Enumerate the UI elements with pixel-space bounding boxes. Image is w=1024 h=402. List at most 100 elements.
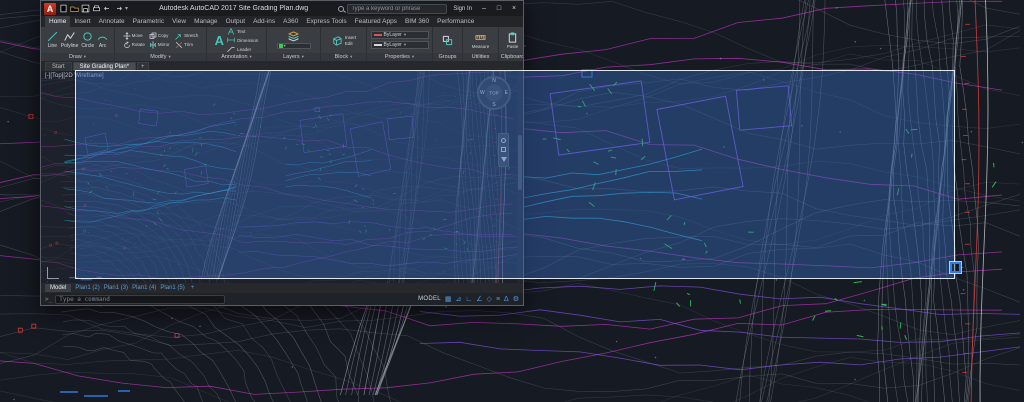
tab-featured-apps[interactable]: Featured Apps (351, 16, 401, 27)
search-input[interactable] (347, 4, 447, 14)
maximize-button[interactable]: □ (493, 3, 505, 15)
layout-tab-plan1-4[interactable]: Plan1 (4) (132, 285, 156, 291)
redo-icon[interactable] (114, 4, 123, 13)
rotate-icon (123, 41, 131, 49)
paste-tool[interactable]: Paste (507, 44, 519, 49)
tab-parametric[interactable]: Parametric (129, 16, 168, 27)
chevron-down-icon: ▾ (250, 54, 252, 60)
minimize-button[interactable]: – (478, 3, 490, 15)
tab-output[interactable]: Output (222, 16, 250, 27)
paste-icon[interactable] (507, 32, 518, 43)
chevron-down-icon: ▾ (404, 32, 406, 38)
layer-properties-icon[interactable] (288, 31, 299, 42)
trim-icon (175, 41, 183, 49)
qat-dropdown-icon[interactable]: ▾ (125, 5, 128, 12)
search-icon (338, 6, 344, 12)
layout-tab-plan1-5[interactable]: Plan1 (5) (160, 285, 184, 291)
edit-block-tool[interactable]: Edit (345, 41, 356, 46)
grid-icon[interactable]: ▦ (445, 296, 452, 303)
osnap-icon[interactable]: ◇ (487, 296, 492, 303)
panel-footer-properties[interactable]: Properties▾ (367, 53, 432, 61)
trim-tool[interactable]: Trim (175, 41, 198, 49)
ortho-icon[interactable]: ∟ (465, 296, 472, 303)
tab-manage[interactable]: Manage (190, 16, 222, 27)
plot-icon[interactable] (92, 4, 101, 13)
measure-icon[interactable] (475, 32, 486, 43)
sign-in-button[interactable]: Sign In (453, 6, 472, 12)
tab-insert[interactable]: Insert (70, 16, 94, 27)
command-input[interactable] (55, 295, 225, 304)
snap-icon[interactable]: ⊿ (456, 296, 462, 303)
layout-tab-model[interactable]: Model (45, 284, 71, 292)
panel-footer-utilities[interactable]: Utilities (463, 53, 498, 61)
tab-bim360[interactable]: BIM 360 (401, 16, 433, 27)
panel-footer-layers[interactable]: Layers▾ (267, 53, 320, 61)
polar-tracking-icon[interactable]: ∠ (476, 296, 482, 303)
add-layout-button[interactable]: + (189, 285, 197, 291)
circle-tool[interactable]: Circle (81, 31, 94, 49)
layout-tab-plan1-2[interactable]: Plan1 (2) (75, 285, 99, 291)
tab-express-tools[interactable]: Express Tools (302, 16, 350, 27)
rotate-tool[interactable]: Rotate (123, 41, 146, 49)
layout-tab-plan1-3[interactable]: Plan1 (3) (104, 285, 128, 291)
panel-footer-draw[interactable]: Draw▾ (41, 53, 114, 61)
layer-dropdown[interactable]: ▾ (277, 43, 311, 49)
panel-footer-modify[interactable]: Modify▾ (115, 53, 206, 61)
stretch-tool[interactable]: Stretch (175, 32, 198, 40)
arc-tool[interactable]: Arc (97, 31, 108, 49)
model-space-button[interactable]: MODEL (418, 296, 441, 302)
layer-color-chip (279, 44, 283, 48)
window-title: Autodesk AutoCAD 2017 Site Grading Plan.… (131, 5, 336, 12)
command-prompt-icon: >_ (45, 296, 52, 303)
dimension-tool[interactable]: Dimension (227, 36, 258, 44)
linetype-dropdown[interactable]: ByLayer ▾ (371, 41, 429, 49)
autocad-app-icon[interactable]: A (44, 3, 56, 15)
tab-annotate[interactable]: Annotate (95, 16, 129, 27)
workspace-gear-icon[interactable]: ⚙ (513, 296, 519, 303)
panel-footer-annotation[interactable]: Annotation▾ (207, 53, 266, 61)
file-tab-start[interactable]: Start (45, 62, 72, 71)
line-tool[interactable]: Line (47, 31, 58, 49)
move-tool[interactable]: Move (123, 32, 146, 40)
pickbox-cursor[interactable] (950, 262, 961, 273)
leader-tool[interactable]: Leader (227, 45, 258, 53)
mirror-tool[interactable]: Mirror (149, 41, 172, 49)
undo-icon[interactable] (103, 4, 112, 13)
close-button[interactable]: × (508, 3, 520, 15)
panel-footer-groups[interactable]: Groups (433, 53, 462, 61)
tab-a360[interactable]: A360 (279, 16, 302, 27)
save-icon[interactable] (81, 4, 90, 13)
titlebar[interactable]: A ▾ Autodesk AutoCAD 2017 Site Grading P… (41, 1, 523, 16)
polyline-tool[interactable]: Polyline (61, 31, 79, 49)
command-line[interactable]: >_ (45, 295, 225, 304)
tab-view[interactable]: View (168, 16, 190, 27)
ribbon-tab-bar: Home Insert Annotate Parametric View Man… (41, 16, 523, 27)
lineweight-icon[interactable]: ≡ (496, 296, 500, 303)
group-icon[interactable] (442, 35, 453, 46)
tab-addins[interactable]: Add-ins (249, 16, 279, 27)
text-icon[interactable]: A (215, 34, 224, 47)
panel-footer-clipboard[interactable]: Clipboard (499, 53, 523, 61)
layout-tab-bar: Model Plan1 (2) Plan1 (3) Plan1 (4) Plan… (41, 283, 523, 293)
insert-block-icon[interactable] (331, 35, 342, 46)
text-tool[interactable]: Text (227, 27, 258, 35)
new-file-icon[interactable] (59, 4, 68, 13)
insert-tool[interactable]: Insert (345, 35, 356, 40)
measure-tool[interactable]: Measure (472, 44, 490, 49)
bottom-bar: >_ MODEL ▦ ⊿ ∟ ∠ ◇ ≡ Δ ⚙ (41, 293, 523, 305)
chevron-down-icon: ▾ (168, 54, 170, 60)
panel-footer-block[interactable]: Block▾ (321, 53, 366, 61)
open-icon[interactable] (70, 4, 79, 13)
ribbon-panel-groups: Groups (433, 27, 463, 61)
tab-performance[interactable]: Performance (433, 16, 478, 27)
chevron-down-icon: ▾ (84, 54, 86, 60)
color-dropdown[interactable]: ByLayer ▾ (371, 31, 429, 39)
annotation-scale-icon[interactable]: Δ (504, 296, 509, 303)
ribbon-panel-block: Insert Edit Block▾ (321, 27, 367, 61)
ribbon-panel-modify: Move Copy Stretch Rotate (115, 27, 207, 61)
ribbon-panel-draw: Line Polyline Circle Arc (41, 27, 115, 61)
tab-home[interactable]: Home (45, 16, 70, 27)
ribbon-panel-layers: ▾ Layers▾ (267, 27, 321, 61)
copy-tool[interactable]: Copy (149, 32, 172, 40)
line-icon (47, 31, 58, 42)
